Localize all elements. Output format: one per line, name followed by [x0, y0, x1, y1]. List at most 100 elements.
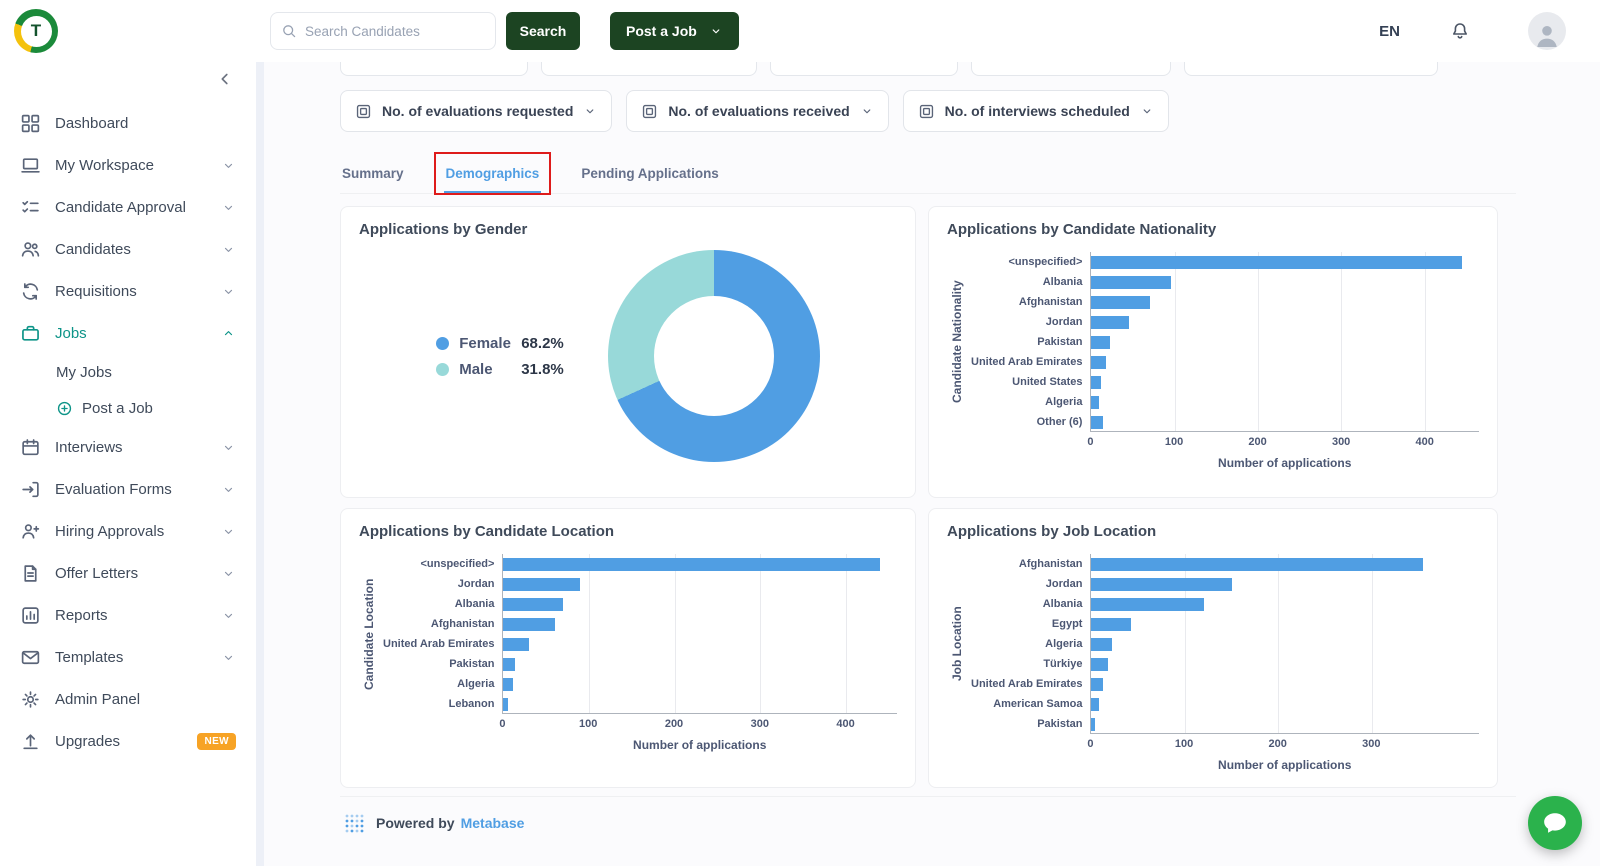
- category-label: American Samoa: [971, 694, 1090, 714]
- notifications-bell-icon[interactable]: [1450, 21, 1470, 41]
- sidebar-item-candidate-approval[interactable]: Candidate Approval: [0, 186, 256, 228]
- bar-row: [503, 634, 897, 654]
- bar-unspecified[interactable]: [1091, 256, 1462, 269]
- tab-pending-applications[interactable]: Pending Applications: [579, 158, 721, 193]
- sidebar-item-jobs[interactable]: Jobs: [0, 312, 256, 354]
- sidebar-item-reports[interactable]: Reports: [0, 594, 256, 636]
- donut-hole: [654, 296, 774, 416]
- chat-launcher-button[interactable]: [1528, 796, 1582, 850]
- category-label: Afghanistan: [971, 554, 1090, 574]
- filter-dropdown-partial[interactable]: [1184, 62, 1438, 76]
- y-axis-title: Job Location: [947, 554, 967, 734]
- bar-albania[interactable]: [503, 598, 563, 611]
- candidate-search[interactable]: [270, 12, 496, 50]
- metabase-link[interactable]: Metabase: [461, 815, 525, 831]
- sidebar-subitem-my-jobs[interactable]: My Jobs: [0, 354, 256, 390]
- x-tick-label: 200: [1269, 738, 1287, 750]
- sidebar-item-my-workspace[interactable]: My Workspace: [0, 144, 256, 186]
- search-button[interactable]: Search: [506, 12, 580, 50]
- bar-row: [1091, 272, 1479, 292]
- metabase-logo: [344, 813, 364, 833]
- sidebar-item-evaluation-forms[interactable]: Evaluation Forms: [0, 468, 256, 510]
- filter-dropdown-partial[interactable]: [340, 62, 528, 76]
- x-axis-ticks: 0100200300: [1090, 738, 1479, 754]
- sidebar-item-templates[interactable]: Templates: [0, 636, 256, 678]
- bar-row: [503, 614, 897, 634]
- sidebar-item-requisitions[interactable]: Requisitions: [0, 270, 256, 312]
- filter-evaluations-requested[interactable]: No. of evaluations requested: [340, 90, 612, 132]
- search-input[interactable]: [305, 24, 485, 39]
- category-label: Pakistan: [971, 714, 1090, 734]
- sidebar-collapse-icon[interactable]: [216, 70, 234, 88]
- post-a-job-button[interactable]: Post a Job: [610, 12, 739, 50]
- bar-pakistan[interactable]: [1091, 336, 1109, 349]
- bar-row: [503, 674, 897, 694]
- plot-area: [502, 554, 897, 714]
- category-label: Albania: [971, 594, 1090, 614]
- card-applications-by-job-location: Applications by Job Location Job Locatio…: [928, 508, 1498, 788]
- plot-area: [1090, 554, 1479, 734]
- legend-item-male[interactable]: Male31.8%: [436, 361, 564, 378]
- bar-unspecified[interactable]: [503, 558, 879, 571]
- filter-interviews-scheduled[interactable]: No. of interviews scheduled: [903, 90, 1169, 132]
- bar-t-rkiye[interactable]: [1091, 658, 1108, 671]
- bar-row: [1091, 252, 1479, 272]
- sidebar-nav: DashboardMy WorkspaceCandidate ApprovalC…: [0, 62, 256, 762]
- bar-afghanistan[interactable]: [503, 618, 554, 631]
- language-selector[interactable]: EN: [1379, 23, 1400, 40]
- bar-row: [1091, 372, 1479, 392]
- bar-algeria[interactable]: [1091, 396, 1099, 409]
- sidebar-item-dashboard[interactable]: Dashboard: [0, 102, 256, 144]
- tab-demographics[interactable]: Demographics: [444, 158, 542, 194]
- bar-jordan[interactable]: [503, 578, 580, 591]
- gender-donut[interactable]: [608, 250, 820, 462]
- bar-row: [1091, 674, 1479, 694]
- bar-afghanistan[interactable]: [1091, 558, 1423, 571]
- bar-algeria[interactable]: [503, 678, 512, 691]
- sidebar-item-offer-letters[interactable]: Offer Letters: [0, 552, 256, 594]
- filter-evaluations-received[interactable]: No. of evaluations received: [626, 90, 888, 132]
- bar-pakistan[interactable]: [503, 658, 515, 671]
- filter-row: No. of evaluations requested No. of eval…: [340, 90, 1516, 132]
- bar-row: [503, 654, 897, 674]
- sidebar-subitem-label: Post a Job: [82, 400, 153, 417]
- tab-summary[interactable]: Summary: [340, 158, 406, 193]
- x-tick-label: 0: [1087, 436, 1093, 448]
- evaluation-forms-icon: [20, 479, 41, 500]
- bar-albania[interactable]: [1091, 598, 1203, 611]
- bar-egypt[interactable]: [1091, 618, 1130, 631]
- bar-jordan[interactable]: [1091, 578, 1231, 591]
- bar-afghanistan[interactable]: [1091, 296, 1149, 309]
- sidebar-item-hiring-approvals[interactable]: Hiring Approvals: [0, 510, 256, 552]
- bar-pakistan[interactable]: [1091, 718, 1095, 731]
- sidebar-scrollbar-track[interactable]: [256, 62, 264, 866]
- bar-other-6[interactable]: [1091, 416, 1103, 429]
- sidebar-subitem-post-a-job[interactable]: Post a Job: [0, 390, 256, 426]
- bar-united-states[interactable]: [1091, 376, 1100, 389]
- app-logo[interactable]: T: [14, 9, 58, 53]
- category-label: United Arab Emirates: [383, 634, 502, 654]
- x-tick-label: 0: [1087, 738, 1093, 750]
- x-tick-label: 200: [665, 718, 683, 730]
- sidebar-item-upgrades[interactable]: UpgradesNEW: [0, 720, 256, 762]
- legend-item-female[interactable]: Female68.2%: [436, 335, 564, 352]
- bar-american-samoa[interactable]: [1091, 698, 1098, 711]
- sidebar-item-candidates[interactable]: Candidates: [0, 228, 256, 270]
- filter-dropdown-partial[interactable]: [541, 62, 757, 76]
- bar-jordan[interactable]: [1091, 316, 1129, 329]
- sidebar-item-label: Interviews: [55, 439, 221, 456]
- bar-algeria[interactable]: [1091, 638, 1112, 651]
- sidebar-item-admin-panel[interactable]: Admin Panel: [0, 678, 256, 720]
- filter-dropdown-partial[interactable]: [770, 62, 958, 76]
- bar-united-arab-emirates[interactable]: [503, 638, 529, 651]
- legend-value: 68.2%: [521, 335, 564, 352]
- category-labels: AfghanistanJordanAlbaniaEgyptAlgeriaTürk…: [971, 554, 1090, 772]
- bar-lebanon[interactable]: [503, 698, 507, 711]
- user-avatar[interactable]: [1528, 12, 1566, 50]
- sidebar-item-interviews[interactable]: Interviews: [0, 426, 256, 468]
- bar-united-arab-emirates[interactable]: [1091, 356, 1106, 369]
- gender-chart: Female68.2% Male31.8%: [359, 238, 897, 474]
- bar-albania[interactable]: [1091, 276, 1170, 289]
- bar-united-arab-emirates[interactable]: [1091, 678, 1102, 691]
- filter-dropdown-partial[interactable]: [971, 62, 1171, 76]
